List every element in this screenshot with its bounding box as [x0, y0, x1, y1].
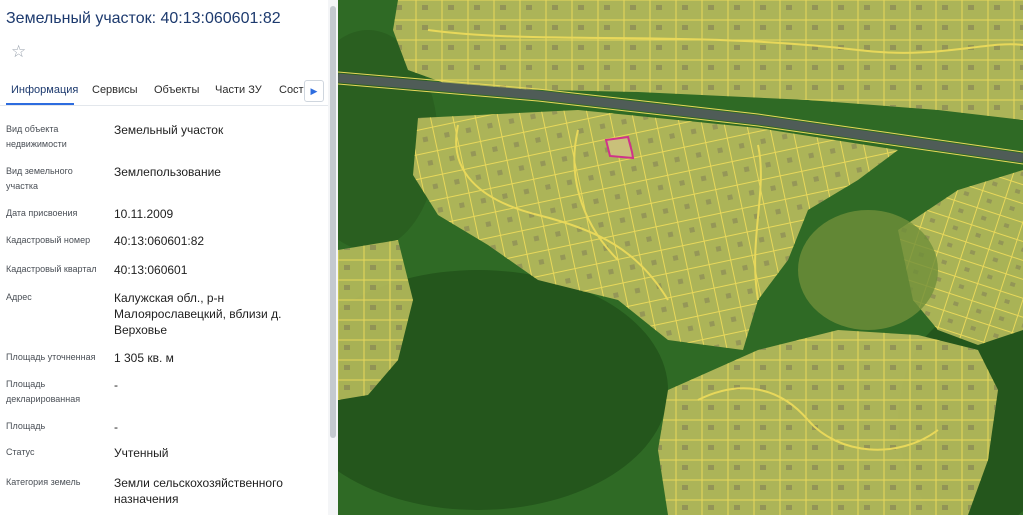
field-value: Калужская обл., р-н Малоярославецкий, вбл… — [114, 291, 282, 337]
field-value: 40:13:060601:82 — [114, 234, 205, 248]
field-value: - — [114, 378, 118, 392]
field-label: Дата присвоения — [6, 208, 78, 218]
field-label: Статус — [6, 447, 35, 457]
field-label: Категория земель — [6, 477, 81, 487]
field-value: Учтенный — [114, 446, 169, 460]
page-title: Земельный участок: 40:13:060601:82 — [6, 10, 281, 27]
tabs-scroll-right-button[interactable]: ▶ — [304, 80, 324, 102]
tab-bar: Информация Сервисы Объекты Части ЗУ Сост… — [0, 76, 330, 106]
tab-objects[interactable]: Объекты — [154, 84, 199, 96]
field-label: Площадь — [6, 421, 46, 431]
field-label: Адрес — [6, 292, 32, 302]
field-label: Вид земельного участка — [6, 166, 73, 191]
field-label: Площадь уточненная — [6, 352, 96, 362]
field-value: 40:13:060601 — [114, 263, 188, 277]
tab-services[interactable]: Сервисы — [92, 84, 138, 96]
selected-parcel-outline[interactable] — [604, 135, 635, 160]
meadow-area — [798, 210, 938, 330]
tab-information[interactable]: Информация — [11, 84, 78, 96]
field-value: Земли сельскохозяйственного назначения — [114, 476, 283, 506]
info-panel: Земельный участок: 40:13:060601:82 ☆ Инф… — [0, 0, 338, 515]
active-tab-indicator — [6, 103, 74, 105]
field-value: Земельный участок — [114, 123, 224, 137]
field-label: Кадастровый номер — [6, 235, 91, 245]
field-label: Вид объекта недвижимости — [6, 124, 67, 149]
field-value: Землепользование — [114, 165, 221, 179]
panel-scrollbar-thumb[interactable] — [330, 6, 336, 438]
field-value: 10.11.2009 — [114, 207, 174, 221]
field-value: - — [114, 420, 118, 434]
field-label: Кадастровый квартал — [6, 264, 97, 274]
favorite-star-icon[interactable]: ☆ — [11, 42, 26, 62]
tab-parts[interactable]: Части ЗУ — [215, 84, 262, 96]
field-value: 1 305 кв. м — [114, 351, 174, 365]
chevron-right-icon: ▶ — [310, 86, 318, 96]
field-label: Площадь декларированная — [6, 379, 81, 404]
satellite-map[interactable] — [338, 0, 1023, 515]
